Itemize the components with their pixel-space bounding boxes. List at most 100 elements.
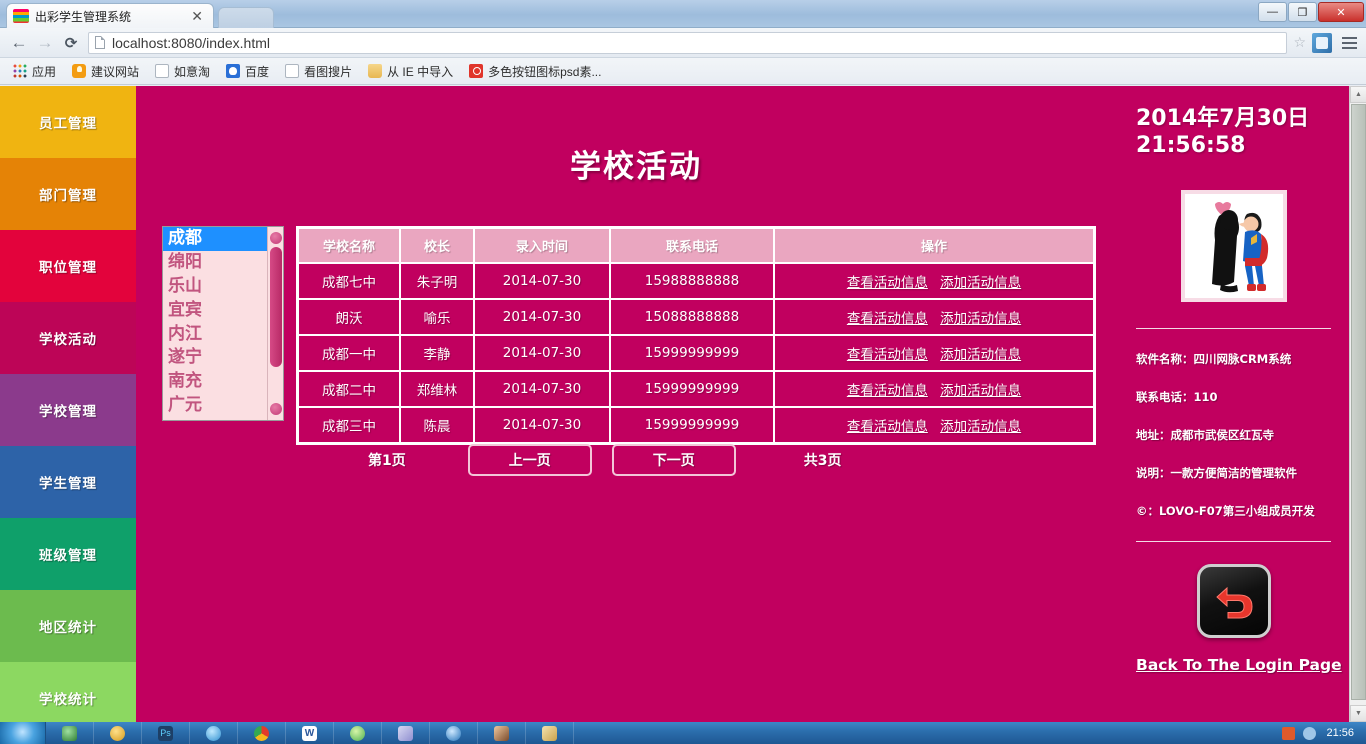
forward-icon[interactable]: → [32,31,58,55]
address-bar[interactable]: localhost:8080/index.html [88,31,1288,54]
red-circle-icon [469,64,484,78]
view-activity-link[interactable]: 查看活动信息 [847,311,928,327]
bookmark-star-icon[interactable]: ☆ [1293,34,1306,51]
bookmark-item[interactable]: 看图搜片 [278,61,359,82]
scroll-up-icon[interactable]: ▲ [1350,86,1366,103]
bookmark-label: 应用 [32,64,57,79]
close-window-button[interactable]: ✕ [1318,2,1364,22]
sidebar-item-employee[interactable]: 员工管理 [0,86,136,158]
sidebar-item-class[interactable]: 班级管理 [0,518,136,590]
back-to-login-link[interactable]: Back To The Login Page [1136,656,1342,674]
scroll-up-icon[interactable] [270,232,282,244]
extension-icon[interactable] [1312,32,1332,53]
taskbar-item[interactable] [430,722,478,744]
view-activity-link[interactable]: 查看活动信息 [847,419,928,435]
maximize-button[interactable]: ❐ [1288,2,1317,22]
list-item-city[interactable]: 成都 [163,227,267,251]
clock-widget: 2014年7月30日 21:56:58 [1136,106,1331,160]
prev-page-button[interactable]: 上一页 [467,444,592,476]
list-item-city[interactable]: 绵阳 [163,251,267,275]
bookmark-item[interactable]: 如意淘 [148,61,217,82]
add-activity-link[interactable]: 添加活动信息 [940,383,1021,399]
cell-principal: 朱子明 [400,263,474,299]
sidebar-item-label: 地区统计 [39,620,97,636]
scroll-down-icon[interactable]: ▼ [1350,705,1366,722]
view-activity-link[interactable]: 查看活动信息 [847,275,928,291]
info-description: 说明：一款方便简洁的管理软件 [1136,465,1297,480]
list-item-city[interactable]: 宜宾 [163,299,267,323]
bookmark-label: 建议网站 [91,64,140,79]
sidebar-item-department[interactable]: 部门管理 [0,158,136,230]
bookmark-item[interactable]: 应用 [6,61,63,82]
bookmark-label: 如意淘 [174,64,211,79]
add-activity-link[interactable]: 添加活动信息 [940,347,1021,363]
bookmark-item[interactable]: 建议网站 [65,61,146,82]
table-row: 成都七中 朱子明 2014-07-30 15988888888 查看活动信息 添… [298,263,1094,299]
city-list[interactable]: 成都 绵阳 乐山 宜宾 内江 遂宁 南充 广元 [163,227,267,420]
sidebar-item-school-manage[interactable]: 学校管理 [0,374,136,446]
scroll-down-icon[interactable] [270,403,282,415]
sidebar-item-position[interactable]: 职位管理 [0,230,136,302]
add-activity-link[interactable]: 添加活动信息 [940,275,1021,291]
taskbar-item[interactable] [382,722,430,744]
taskbar-item[interactable] [46,722,94,744]
add-activity-link[interactable]: 添加活动信息 [940,419,1021,435]
school-table-wrapper: 学校名称 校长 录入时间 联系电话 操作 成都七中 朱子明 2014-07-30… [296,226,1136,445]
view-activity-link[interactable]: 查看活动信息 [847,347,928,363]
clock-date: 2014年7月30日 [1136,106,1310,131]
page-scrollbar[interactable]: ▲ ▼ [1349,86,1366,722]
start-button[interactable] [0,722,46,744]
total-pages-label: 共3页 [803,453,842,469]
taskbar-item-word[interactable]: W [286,722,334,744]
taskbar-item-photoshop[interactable]: Ps [142,722,190,744]
page-viewport: 员工管理 部门管理 职位管理 学校活动 学校管理 学生管理 班级管理 地区统计 … [0,86,1366,722]
bookmark-item[interactable]: 从 IE 中导入 [361,61,460,82]
next-page-button[interactable]: 下一页 [611,444,736,476]
taskbar-clock[interactable]: 21:56 [1326,727,1366,739]
cell-phone: 15999999999 [610,371,774,407]
sidebar-item-label: 学校管理 [39,404,97,420]
sidebar-item-school-activity[interactable]: 学校活动 [0,302,136,374]
scrollbar-thumb[interactable] [270,247,282,367]
taskbar-item-chrome[interactable] [238,722,286,744]
browser-tab[interactable]: 出彩学生管理系统 ✕ [6,3,214,28]
tab-close-icon[interactable]: ✕ [187,9,207,23]
taskbar-item[interactable] [478,722,526,744]
list-item-city[interactable]: 乐山 [163,275,267,299]
city-list-box[interactable]: 成都 绵阳 乐山 宜宾 内江 遂宁 南充 广元 [162,226,284,421]
view-activity-link[interactable]: 查看活动信息 [847,383,928,399]
new-tab-button[interactable] [218,7,274,28]
taskbar-item[interactable] [94,722,142,744]
sidebar-item-student[interactable]: 学生管理 [0,446,136,518]
list-item-city[interactable]: 遂宁 [163,346,267,370]
list-item-city[interactable]: 南充 [163,370,267,394]
add-activity-link[interactable]: 添加活动信息 [940,311,1021,327]
bookmark-item[interactable]: 多色按钮图标psd素... [462,61,608,82]
taskbar-item[interactable] [526,722,574,744]
taskbar-item[interactable] [334,722,382,744]
cell-entry-time: 2014-07-30 [474,335,610,371]
tray-network-icon[interactable] [1303,726,1317,740]
taskbar-item[interactable] [190,722,238,744]
minimize-button[interactable]: — [1258,2,1287,22]
city-list-scrollbar[interactable] [267,227,283,420]
decorative-photo [1180,189,1287,302]
sidebar-item-school-stats[interactable]: 学校统计 [0,662,136,722]
taskbar-icon [494,725,509,741]
bookmark-item[interactable]: 百度 [219,61,276,82]
cell-phone: 15999999999 [610,407,774,443]
scrollbar-track[interactable] [270,229,282,418]
list-item-city[interactable]: 内江 [163,323,267,347]
back-icon[interactable]: ← [6,31,32,55]
divider [1136,540,1331,542]
bookmark-label: 多色按钮图标psd素... [488,64,602,79]
photoshop-icon: Ps [158,725,173,741]
tray-icon[interactable] [1282,726,1296,740]
undo-arrow-icon[interactable] [1196,563,1271,638]
list-item-city[interactable]: 广元 [163,394,267,418]
browser-menu-icon[interactable] [1338,32,1360,54]
reload-icon[interactable]: ⟳ [58,31,84,55]
sidebar-item-region-stats[interactable]: 地区统计 [0,590,136,662]
cell-school-name: 成都二中 [298,371,400,407]
page-scrollbar-thumb[interactable] [1351,104,1366,700]
